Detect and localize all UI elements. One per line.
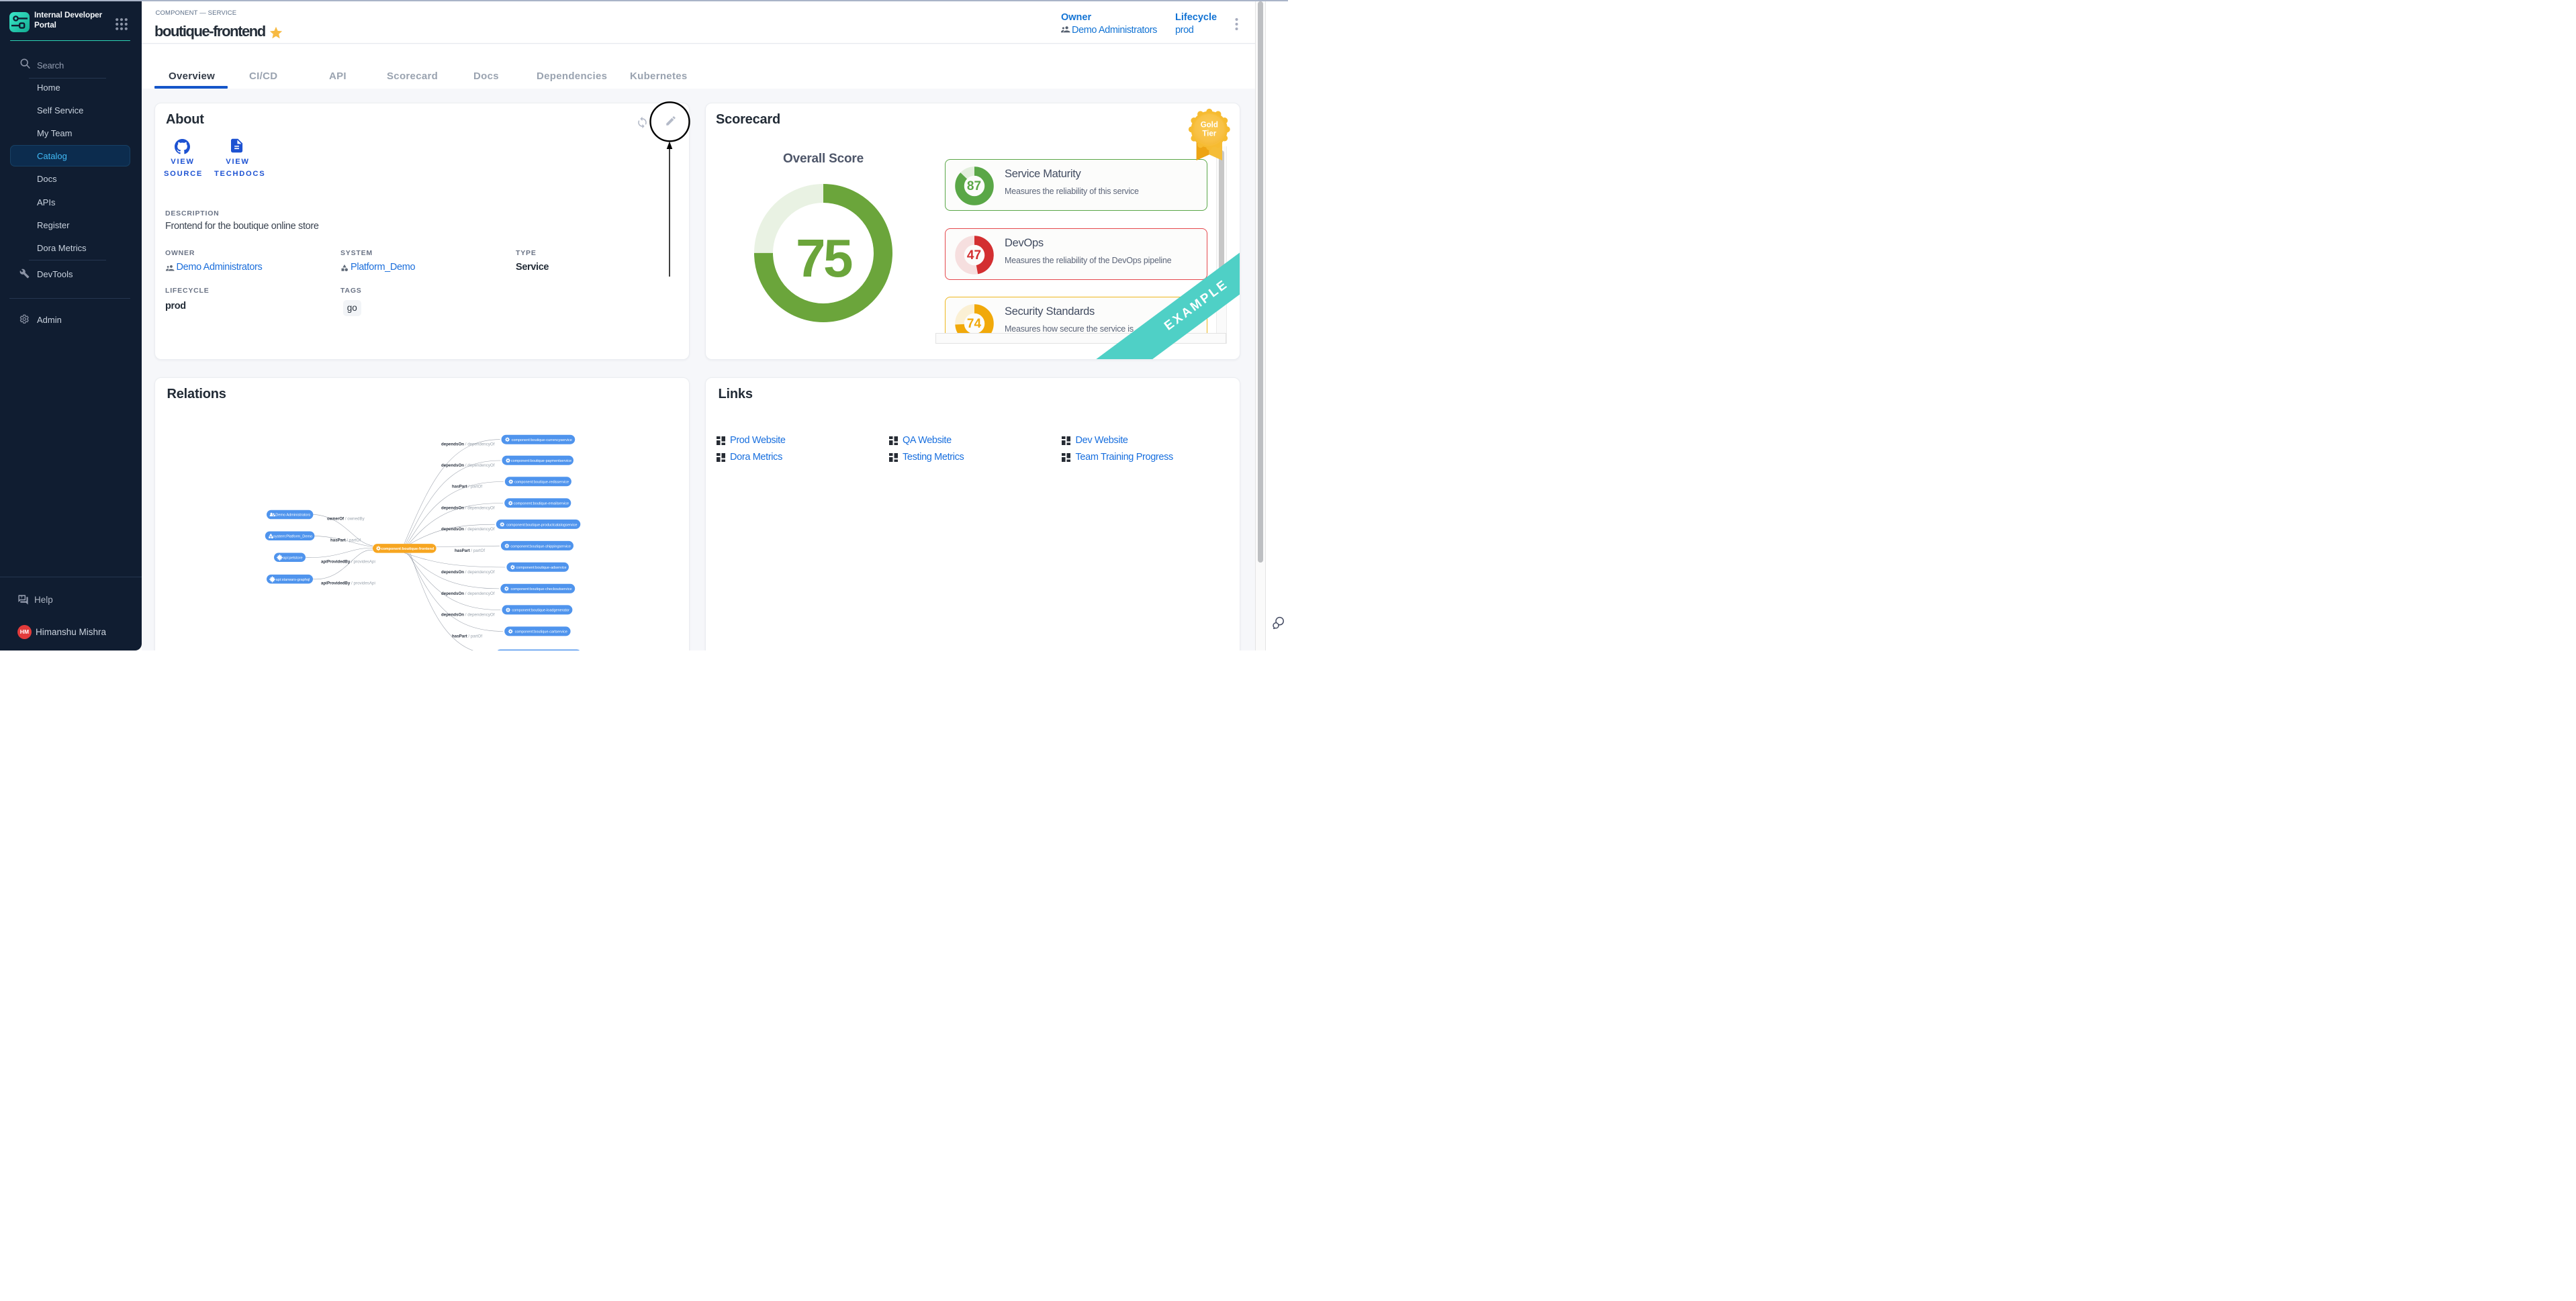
svg-text:api:starwars-graphql: api:starwars-graphql [276,577,310,581]
svg-text:component:boutique-loadgenerat: component:boutique-loadgenerator [512,608,569,612]
svg-text:Tier: Tier [1202,130,1216,138]
svg-text:system:Platform_Demo: system:Platform_Demo [273,534,312,538]
svg-text:api:petstore: api:petstore [283,556,302,560]
svg-text:hasPart / partOf: hasPart / partOf [452,484,482,489]
svg-text:hasPart / partOf: hasPart / partOf [330,538,361,542]
svg-text:dependsOn / dependencyOf: dependsOn / dependencyOf [441,591,495,595]
svg-text:component:boutique-adservice: component:boutique-adservice [516,566,566,570]
svg-text:component:boutique-currencyser: component:boutique-currencyservice [512,438,572,442]
svg-text:component:boutique-frontend: component:boutique-frontend [381,547,434,551]
svg-text:dependsOn / dependencyOf: dependsOn / dependencyOf [441,570,495,575]
svg-text:component:boutique-productcata: component:boutique-productcatalogservice [506,523,577,527]
svg-text:Demo Administrators: Demo Administrators [275,513,310,517]
svg-text:Gold: Gold [1201,121,1218,129]
svg-text:dependsOn / dependencyOf: dependsOn / dependencyOf [441,527,495,532]
svg-text:hasPart / partOf: hasPart / partOf [452,634,482,638]
svg-text:component:boutique-checkoutser: component:boutique-checkoutservice [510,587,571,591]
svg-text:component:boutique-redisservic: component:boutique-redisservice [514,480,569,484]
svg-text:dependsOn / dependencyOf: dependsOn / dependencyOf [441,505,495,510]
svg-text:apiProvidedBy / providesApi: apiProvidedBy / providesApi [321,559,375,564]
svg-text:ownerOf / ownedBy: ownerOf / ownedBy [327,516,365,521]
svg-text:apiProvidedBy / providesApi: apiProvidedBy / providesApi [321,581,375,585]
svg-text:hasPart / partOf: hasPart / partOf [455,548,485,553]
svg-text:dependsOn / dependencyOf: dependsOn / dependencyOf [441,463,495,468]
svg-text:?: ? [20,596,23,600]
svg-text:component:boutique-shippingser: component:boutique-shippingservice [510,544,571,548]
svg-text:component:boutique-emailservic: component:boutique-emailservice [514,501,569,505]
svg-text:component:boutique-cartservice: component:boutique-cartservice [515,630,567,634]
svg-text:dependsOn / dependencyOf: dependsOn / dependencyOf [441,442,495,446]
svg-text:dependsOn / dependencyOf: dependsOn / dependencyOf [441,612,495,617]
svg-text:component:boutique-paymentserv: component:boutique-paymentservice [511,459,571,463]
